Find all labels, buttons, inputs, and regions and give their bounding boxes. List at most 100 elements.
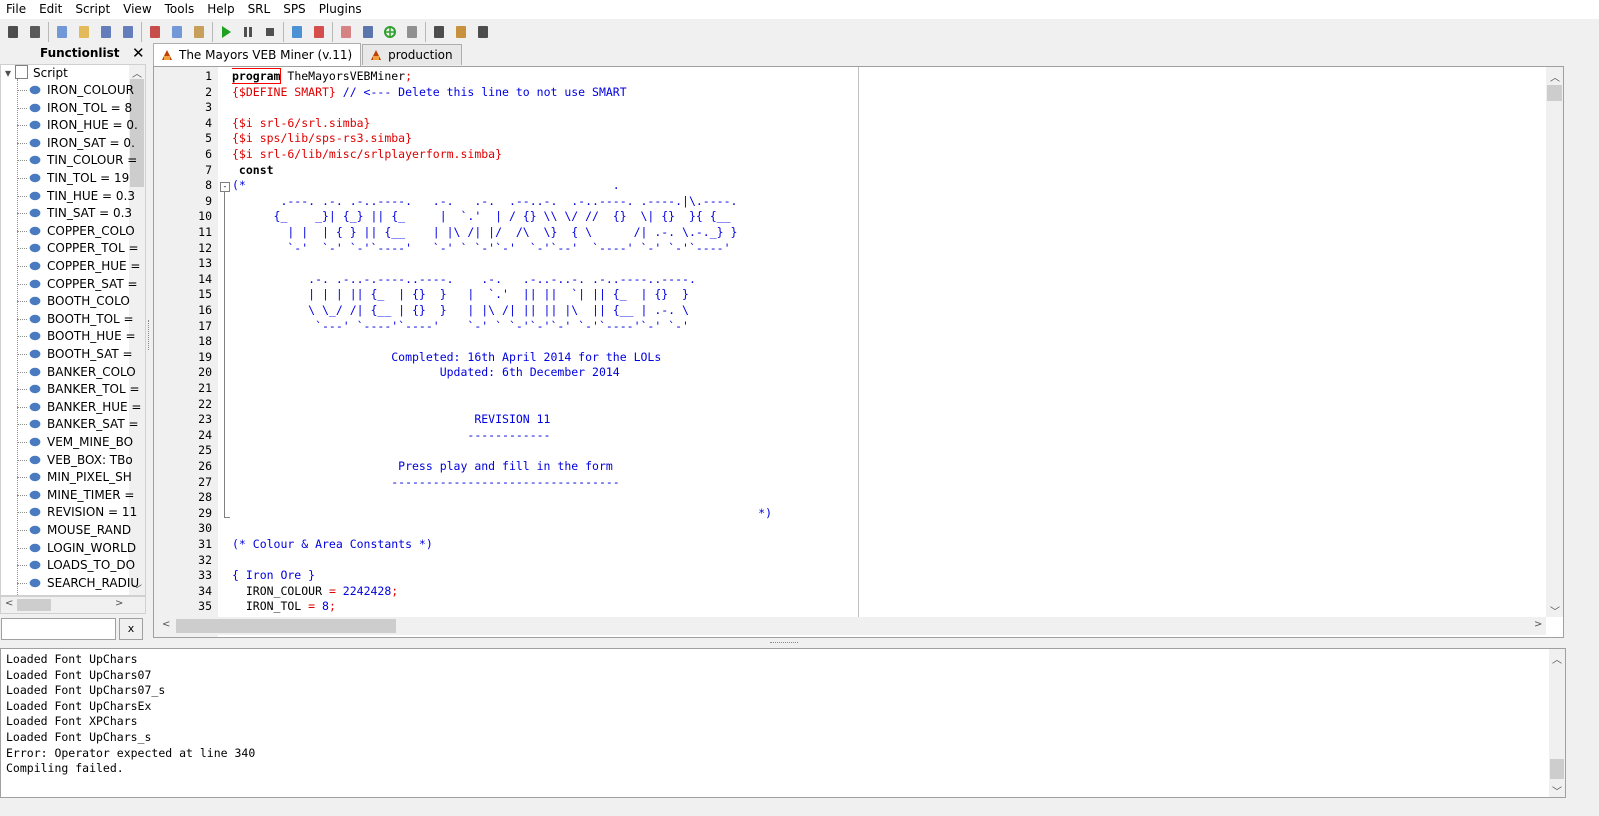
tree-item-constant[interactable]: REVISION = 11	[29, 504, 145, 521]
code-line[interactable]: (* .	[232, 178, 620, 194]
code-line[interactable]: .-. .-..-.----..----. .-. .-..-..-. .-..…	[232, 272, 696, 288]
close-icon[interactable]: ✕	[132, 44, 145, 62]
tree-item-constant[interactable]: BOOTH_COLO	[29, 293, 145, 310]
add-target-button[interactable]	[286, 21, 308, 43]
clear-search-button[interactable]: x	[119, 618, 143, 640]
scroll-right-icon[interactable]: >	[115, 598, 123, 609]
code-line[interactable]: {$i srl-6/srl.simba}	[232, 116, 370, 132]
run-button[interactable]	[215, 21, 237, 43]
splitter-grip[interactable]	[770, 642, 798, 645]
code-line[interactable]: REVISION 11	[232, 412, 550, 428]
select-window-button[interactable]	[401, 21, 423, 43]
scroll-left-icon[interactable]: <	[162, 619, 170, 630]
scroll-up-icon[interactable]: ︿	[1552, 651, 1562, 666]
console-splitter[interactable]	[0, 640, 1566, 647]
menu-edit[interactable]: Edit	[33, 0, 69, 19]
tree-item-constant[interactable]: VEM_MINE_BO	[29, 434, 145, 451]
menu-script[interactable]: Script	[69, 0, 117, 19]
panel-splitter-grip[interactable]	[148, 320, 151, 350]
code-line[interactable]: ---------------------------------	[232, 475, 620, 491]
tree-item-constant[interactable]: TIN_HUE = 0.3	[29, 188, 145, 205]
code-line[interactable]: Updated: 6th December 2014	[232, 365, 620, 381]
tree-horizontal-scrollbar[interactable]: < >	[0, 596, 146, 614]
code-line[interactable]: {_ _}| {_} || {_ | `.' | / {} \\ \/ // {…	[232, 209, 731, 225]
scroll-up-icon[interactable]: ︿	[1550, 69, 1560, 84]
console-vscroll-thumb[interactable]	[1550, 759, 1564, 779]
tree-item-constant[interactable]: SEARCH_RADIU	[29, 575, 145, 592]
scroll-up-icon[interactable]: ︿	[132, 65, 142, 80]
code-line[interactable]: | | | || {_ | {} } | `.' || || `| || {_ …	[232, 287, 689, 303]
open-folder-button[interactable]	[73, 21, 95, 43]
code-line[interactable]: {$DEFINE SMART} // <--- Delete this line…	[232, 85, 627, 101]
target-crosshair-button[interactable]	[379, 21, 401, 43]
tree-item-constant[interactable]: TIN_COLOUR =	[29, 152, 145, 169]
menu-plugins[interactable]: Plugins	[313, 0, 369, 19]
code-line[interactable]: \ \_/ /| {__ | {} } | |\ /| || || |\ || …	[232, 303, 689, 319]
scroll-down-icon[interactable]: ﹀	[1550, 603, 1560, 618]
tab-production[interactable]: production	[362, 44, 462, 65]
tree-item-constant[interactable]: COPPER_TOL =	[29, 240, 145, 257]
code-line[interactable]: .---. .-. .-..----. .-. .-. .--..-. .-..…	[232, 194, 737, 210]
paw-button[interactable]	[2, 21, 24, 43]
tree-item-constant[interactable]: COPPER_HUE =	[29, 258, 145, 275]
stop-button[interactable]	[259, 21, 281, 43]
code-line[interactable]: `---' `----'`----' `-' ` `-'`-'`-' `-'`-…	[232, 319, 689, 335]
remove-target-button[interactable]	[308, 21, 330, 43]
console-button[interactable]	[472, 21, 494, 43]
save-button[interactable]	[95, 21, 117, 43]
functionlist-search-input[interactable]	[1, 618, 116, 640]
tree-item-constant[interactable]: MINE_TIMER =	[29, 487, 145, 504]
save-all-button[interactable]	[117, 21, 139, 43]
tree-item-constant[interactable]: BANKER_COLO	[29, 364, 145, 381]
code-line[interactable]: *)	[232, 506, 772, 522]
tree-item-constant[interactable]: IRON_COLOUR	[29, 82, 145, 99]
code-line[interactable]: IRON_COLOUR = 2242428;	[232, 584, 398, 600]
menu-file[interactable]: File	[0, 0, 33, 19]
paste-button[interactable]	[188, 21, 210, 43]
editor-hscroll-thumb[interactable]	[176, 619, 396, 633]
tree-item-constant[interactable]: TIN_SAT = 0.3	[29, 205, 145, 222]
code-line[interactable]: Press play and fill in the form	[232, 459, 613, 475]
tree-item-constant[interactable]: BANKER_SAT =	[29, 416, 145, 433]
code-line[interactable]: {$i srl-6/lib/misc/srlplayerform.simba}	[232, 147, 502, 163]
tab-mayors-veb-miner[interactable]: The Mayors VEB Miner (v.11)	[153, 43, 362, 66]
code-line[interactable]: const	[232, 163, 274, 179]
scroll-right-icon[interactable]: >	[1534, 619, 1542, 630]
tree-item-constant[interactable]: COPPER_SAT =	[29, 276, 145, 293]
tree-item-constant[interactable]: TIN_TOL = 19	[29, 170, 145, 187]
code-line[interactable]: { Iron Ore }	[232, 568, 315, 584]
tree-item-constant[interactable]: BOOTH_HUE =	[29, 328, 145, 345]
code-editor[interactable]: 1 2 3 4 5 6 7 8 9 10 11 12 13 14 15 16 17 18 19 20 21 22 23 24 2…	[153, 66, 1564, 638]
tree-item-constant[interactable]: IRON_TOL = 8	[29, 100, 145, 117]
menu-view[interactable]: View	[117, 0, 158, 19]
hook-button[interactable]	[450, 21, 472, 43]
color-picker-button[interactable]	[357, 21, 379, 43]
scroll-down-icon[interactable]: ﹀	[1552, 783, 1562, 797]
tree-item-constant[interactable]: BOOTH_TOL =	[29, 311, 145, 328]
tree-item-constant[interactable]: LOGIN_WORLD	[29, 540, 145, 557]
tree-item-constant[interactable]: IRON_SAT = 0.	[29, 135, 145, 152]
code-line[interactable]: | | | { } || {__ | |\ /| |/ /\ \} { \ /|…	[232, 225, 737, 241]
editor-vscroll-thumb[interactable]	[1547, 85, 1562, 101]
cut-button[interactable]	[144, 21, 166, 43]
scroll-left-icon[interactable]: <	[5, 598, 13, 609]
menu-srl[interactable]: SRL	[242, 0, 278, 19]
code-line[interactable]: IRON_TOL = 8;	[232, 599, 336, 615]
tree-root-script[interactable]: ▾ Script	[5, 65, 133, 82]
console-vertical-scrollbar[interactable]: ︿ ﹀	[1549, 649, 1565, 797]
tree-item-constant[interactable]: COPPER_COLO	[29, 223, 145, 240]
menu-tools[interactable]: Tools	[159, 0, 202, 19]
collapse-icon[interactable]: ▾	[5, 65, 15, 82]
code-line[interactable]: (* Colour & Area Constants *)	[232, 537, 433, 553]
puzzle-button[interactable]	[428, 21, 450, 43]
editor-vertical-scrollbar[interactable]: ︿ ﹀	[1546, 67, 1563, 618]
tree-item-constant[interactable]: IRON_HUE = 0.	[29, 117, 145, 134]
pause-button[interactable]	[237, 21, 259, 43]
debug-console[interactable]: ︿ ﹀ Loaded Font UpChars Loaded Font UpCha…	[0, 648, 1566, 798]
bug-button[interactable]	[24, 21, 46, 43]
eraser-button[interactable]	[335, 21, 357, 43]
tree-item-constant[interactable]: MIN_PIXEL_SH	[29, 469, 145, 486]
tree-item-constant[interactable]: LOADS_TO_DO	[29, 557, 145, 574]
menu-help[interactable]: Help	[201, 0, 241, 19]
code-line[interactable]: {$i sps/lib/sps-rs3.simba}	[232, 131, 412, 147]
